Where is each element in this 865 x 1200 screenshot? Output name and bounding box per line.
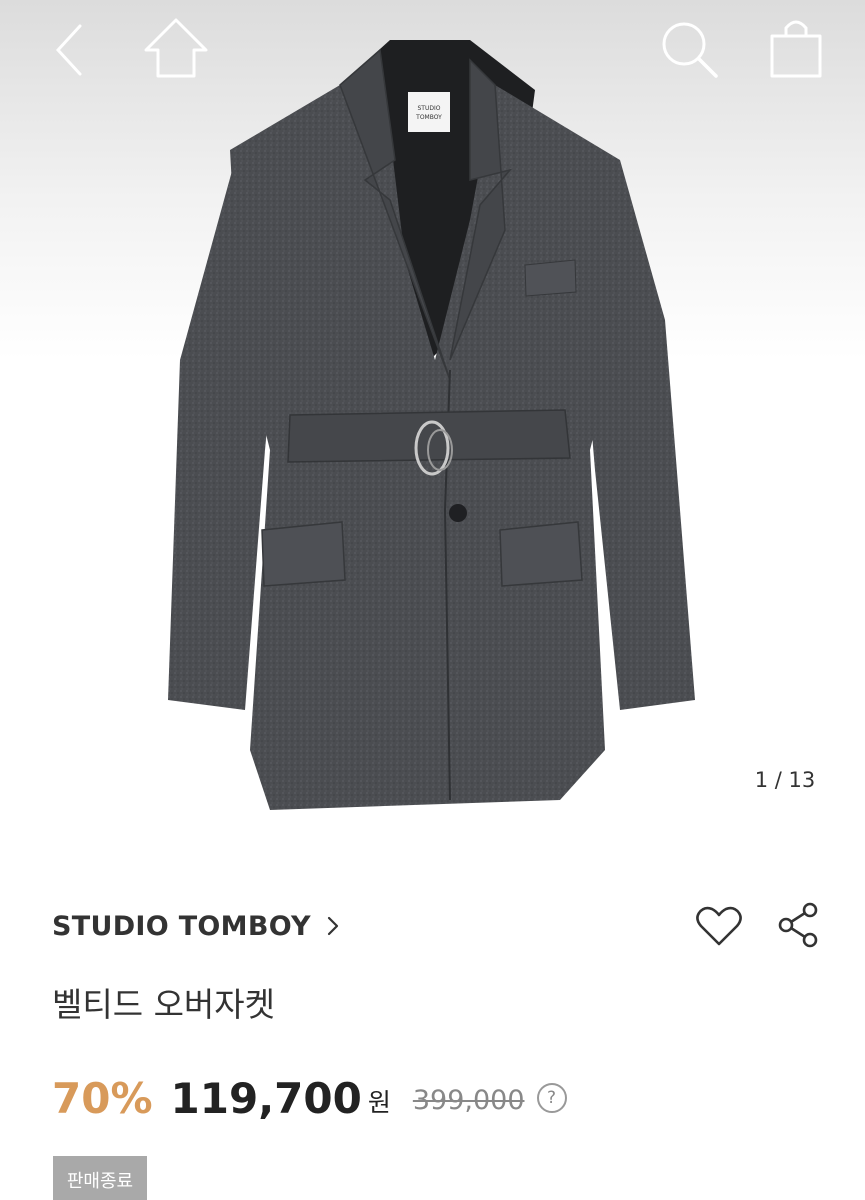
svg-text:TOMBOY: TOMBOY xyxy=(415,114,442,121)
product-title: 벨티드 오버자켓 xyxy=(52,985,276,1024)
sale-price: 119,700 xyxy=(170,1073,362,1123)
image-page-indicator: 1 / 13 xyxy=(754,768,816,792)
status-badge: 판매종료 xyxy=(53,1156,147,1200)
currency-unit: 원 xyxy=(367,1088,391,1117)
brand-name: STUDIO TOMBOY xyxy=(52,910,311,942)
price-help-icon[interactable]: ? xyxy=(536,1083,567,1113)
discount-rate: 70% xyxy=(52,1073,153,1123)
chevron-right-icon xyxy=(327,916,338,936)
brand-row: STUDIO TOMBOY xyxy=(52,898,832,954)
home-icon[interactable] xyxy=(138,14,214,84)
search-icon[interactable] xyxy=(650,14,726,84)
product-image[interactable]: STUDIO TOMBOY xyxy=(150,30,710,820)
top-navigation-bar xyxy=(0,0,865,110)
chevron-left-icon[interactable] xyxy=(40,18,104,82)
share-icon[interactable] xyxy=(774,900,822,950)
heart-icon[interactable] xyxy=(694,902,744,950)
price-row: 70% 119,700 원 399,000 ? xyxy=(52,1066,567,1130)
shopping-bag-icon[interactable] xyxy=(758,12,834,84)
brand-link[interactable]: STUDIO TOMBOY xyxy=(52,906,341,946)
original-price: 399,000 xyxy=(412,1084,525,1116)
product-image-gallery[interactable]: STUDIO TOMBOY 1 / 13 xyxy=(0,0,865,840)
